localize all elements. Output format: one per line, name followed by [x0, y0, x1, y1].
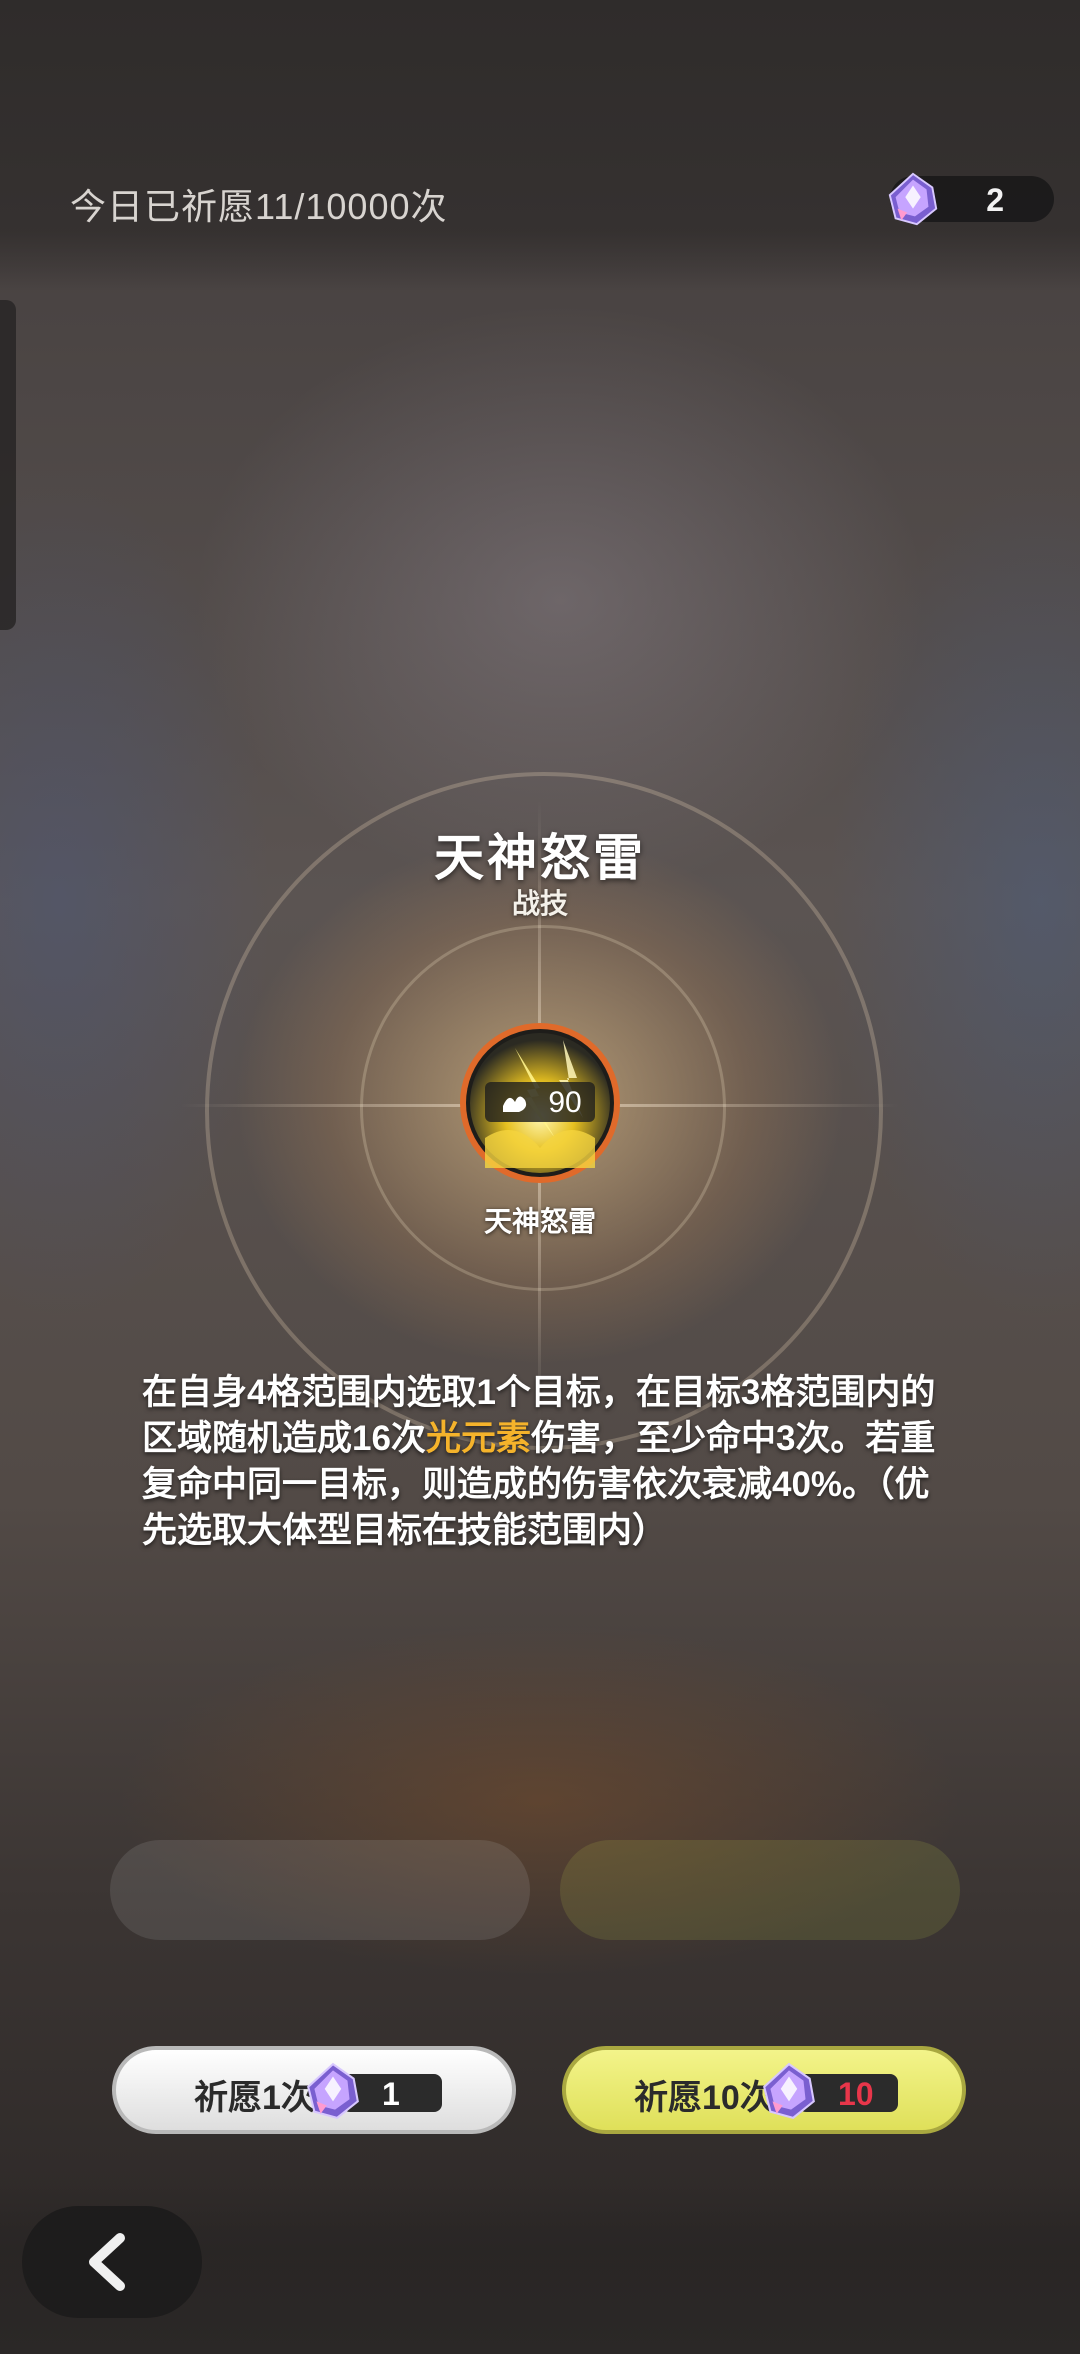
currency-display: 2: [888, 172, 1054, 226]
background-ghost-element: [110, 1840, 530, 1940]
top-bar: [0, 0, 1080, 290]
daily-wish-count: 今日已祈愿11/10000次: [70, 186, 448, 227]
skill-name: 天神怒雷: [483, 1206, 596, 1237]
gem-icon: [888, 172, 938, 226]
skill-type: 战技: [511, 888, 568, 919]
wish-once-button[interactable]: 祈愿1次 1: [112, 2046, 516, 2134]
skill-description: 在自身4格范围内选取1个目标，在目标3格范围内的区域随机造成16次光元素伤害，至…: [142, 1370, 942, 1554]
back-button[interactable]: [22, 2206, 202, 2318]
skill-title: 天神怒雷: [434, 830, 646, 886]
wish-ten-button[interactable]: 祈愿10次 10: [562, 2046, 966, 2134]
back-arrow-icon: [89, 2233, 125, 2291]
currency-amount: 2: [986, 182, 1004, 218]
gem-icon: [307, 2062, 359, 2120]
wish-once-label: 祈愿1次: [194, 2079, 315, 2117]
gem-icon: [763, 2062, 815, 2120]
description-highlight: 光元素: [425, 1419, 531, 1458]
wish-ten-label: 祈愿10次: [634, 2079, 774, 2117]
wish-once-cost: 1: [382, 2076, 400, 2112]
skill-icon-value: 90: [548, 1086, 581, 1119]
lightning-skill-icon: 90: [460, 1023, 620, 1183]
background-ghost-element: [560, 1840, 960, 1940]
side-tab[interactable]: [0, 300, 16, 630]
wish-ten-cost: 10: [838, 2076, 874, 2112]
